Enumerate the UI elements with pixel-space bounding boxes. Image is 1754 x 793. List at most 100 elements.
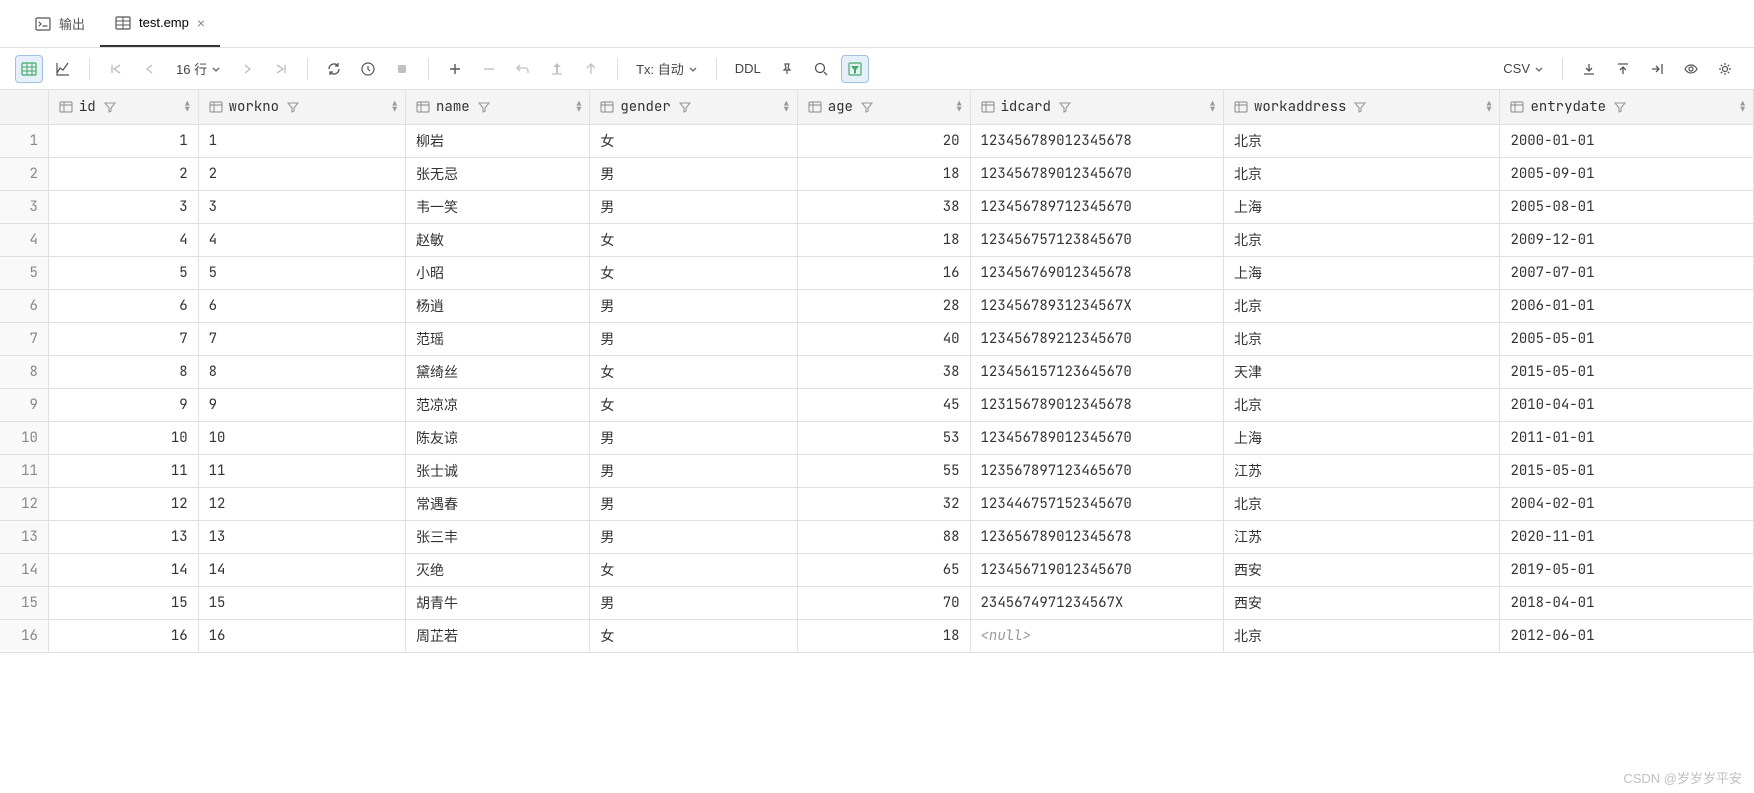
- cell-workaddress[interactable]: 北京: [1223, 322, 1500, 355]
- cell-idcard[interactable]: 123446757152345670: [970, 487, 1223, 520]
- cell-workaddress[interactable]: 北京: [1223, 124, 1500, 157]
- table-row[interactable]: 111111张士诚男55123567897123465670江苏2015-05-…: [0, 454, 1754, 487]
- tab-output[interactable]: 输出: [20, 0, 100, 47]
- tx-mode[interactable]: Tx: 自动: [630, 59, 704, 78]
- cell-age[interactable]: 18: [797, 157, 970, 190]
- refresh-button[interactable]: [320, 55, 348, 83]
- cell-idcard[interactable]: 12345678931234567X: [970, 289, 1223, 322]
- import-button[interactable]: [1643, 55, 1671, 83]
- cell-id[interactable]: 12: [48, 487, 198, 520]
- cell-gender[interactable]: 男: [590, 421, 797, 454]
- cell-workno[interactable]: 5: [198, 256, 405, 289]
- table-row[interactable]: 999范凉凉女45123156789012345678北京2010-04-01: [0, 388, 1754, 421]
- cell-gender[interactable]: 男: [590, 520, 797, 553]
- cell-age[interactable]: 18: [797, 619, 970, 652]
- cell-entrydate[interactable]: 2005-09-01: [1500, 157, 1754, 190]
- stop-button[interactable]: [388, 55, 416, 83]
- cell-id[interactable]: 10: [48, 421, 198, 454]
- next-page-button[interactable]: [233, 55, 261, 83]
- remove-row-button[interactable]: [475, 55, 503, 83]
- table-row[interactable]: 222张无忌男18123456789012345670北京2005-09-01: [0, 157, 1754, 190]
- search-button[interactable]: [807, 55, 835, 83]
- table-row[interactable]: 444赵敏女18123456757123845670北京2009-12-01: [0, 223, 1754, 256]
- submit-button[interactable]: [577, 55, 605, 83]
- cell-name[interactable]: 陈友谅: [406, 421, 590, 454]
- cell-age[interactable]: 38: [797, 190, 970, 223]
- cell-age[interactable]: 16: [797, 256, 970, 289]
- cell-workno[interactable]: 11: [198, 454, 405, 487]
- cell-workaddress[interactable]: 江苏: [1223, 454, 1500, 487]
- cell-gender[interactable]: 女: [590, 355, 797, 388]
- view-button[interactable]: [1677, 55, 1705, 83]
- cell-age[interactable]: 32: [797, 487, 970, 520]
- cell-idcard[interactable]: 123456789212345670: [970, 322, 1223, 355]
- column-header-gender[interactable]: gender▲▼: [590, 90, 797, 124]
- cell-entrydate[interactable]: 2015-05-01: [1500, 454, 1754, 487]
- cell-idcard[interactable]: 123456789012345678: [970, 124, 1223, 157]
- cell-age[interactable]: 28: [797, 289, 970, 322]
- cell-id[interactable]: 5: [48, 256, 198, 289]
- table-row[interactable]: 777范瑶男40123456789212345670北京2005-05-01: [0, 322, 1754, 355]
- cell-entrydate[interactable]: 2019-05-01: [1500, 553, 1754, 586]
- schedule-button[interactable]: [354, 55, 382, 83]
- filter-icon[interactable]: [861, 101, 873, 113]
- cell-idcard[interactable]: 123456769012345678: [970, 256, 1223, 289]
- cell-id[interactable]: 8: [48, 355, 198, 388]
- pin-button[interactable]: [773, 55, 801, 83]
- grid-view-button[interactable]: [15, 55, 43, 83]
- table-row[interactable]: 101010陈友谅男53123456789012345670上海2011-01-…: [0, 421, 1754, 454]
- cell-idcard[interactable]: <null>: [970, 619, 1223, 652]
- cell-workno[interactable]: 6: [198, 289, 405, 322]
- cell-name[interactable]: 张无忌: [406, 157, 590, 190]
- cell-entrydate[interactable]: 2011-01-01: [1500, 421, 1754, 454]
- cell-id[interactable]: 2: [48, 157, 198, 190]
- cell-age[interactable]: 38: [797, 355, 970, 388]
- sort-icon[interactable]: ▲▼: [784, 101, 789, 113]
- cell-id[interactable]: 3: [48, 190, 198, 223]
- cell-name[interactable]: 灭绝: [406, 553, 590, 586]
- cell-workno[interactable]: 8: [198, 355, 405, 388]
- cell-workno[interactable]: 9: [198, 388, 405, 421]
- filter-icon[interactable]: [287, 101, 299, 113]
- cell-workaddress[interactable]: 北京: [1223, 619, 1500, 652]
- cell-entrydate[interactable]: 2015-05-01: [1500, 355, 1754, 388]
- cell-gender[interactable]: 男: [590, 454, 797, 487]
- cell-name[interactable]: 韦一笑: [406, 190, 590, 223]
- revert-button[interactable]: [509, 55, 537, 83]
- cell-idcard[interactable]: 123156789012345678: [970, 388, 1223, 421]
- cell-name[interactable]: 胡青牛: [406, 586, 590, 619]
- cell-idcard[interactable]: 123456789012345670: [970, 157, 1223, 190]
- cell-age[interactable]: 20: [797, 124, 970, 157]
- cell-workno[interactable]: 10: [198, 421, 405, 454]
- sort-icon[interactable]: ▲▼: [392, 101, 397, 113]
- cell-gender[interactable]: 男: [590, 289, 797, 322]
- cell-name[interactable]: 范凉凉: [406, 388, 590, 421]
- cell-age[interactable]: 18: [797, 223, 970, 256]
- cell-gender[interactable]: 男: [590, 322, 797, 355]
- cell-name[interactable]: 黛绮丝: [406, 355, 590, 388]
- cell-age[interactable]: 65: [797, 553, 970, 586]
- table-row[interactable]: 121212常遇春男32123446757152345670北京2004-02-…: [0, 487, 1754, 520]
- cell-age[interactable]: 40: [797, 322, 970, 355]
- filter-icon[interactable]: [478, 101, 490, 113]
- cell-id[interactable]: 4: [48, 223, 198, 256]
- cell-workaddress[interactable]: 北京: [1223, 289, 1500, 322]
- cell-workno[interactable]: 7: [198, 322, 405, 355]
- cell-idcard[interactable]: 2345674971234567X: [970, 586, 1223, 619]
- filter-button[interactable]: [841, 55, 869, 83]
- cell-workno[interactable]: 13: [198, 520, 405, 553]
- cell-name[interactable]: 周芷若: [406, 619, 590, 652]
- cell-gender[interactable]: 女: [590, 388, 797, 421]
- cell-idcard[interactable]: 123456757123845670: [970, 223, 1223, 256]
- table-row[interactable]: 161616周芷若女18<null>北京2012-06-01: [0, 619, 1754, 652]
- cell-name[interactable]: 张士诚: [406, 454, 590, 487]
- table-row[interactable]: 888黛绮丝女38123456157123645670天津2015-05-01: [0, 355, 1754, 388]
- cell-id[interactable]: 1: [48, 124, 198, 157]
- cell-idcard[interactable]: 123567897123465670: [970, 454, 1223, 487]
- cell-id[interactable]: 11: [48, 454, 198, 487]
- cell-gender[interactable]: 男: [590, 487, 797, 520]
- cell-entrydate[interactable]: 2005-08-01: [1500, 190, 1754, 223]
- cell-age[interactable]: 88: [797, 520, 970, 553]
- cell-gender[interactable]: 女: [590, 619, 797, 652]
- last-page-button[interactable]: [267, 55, 295, 83]
